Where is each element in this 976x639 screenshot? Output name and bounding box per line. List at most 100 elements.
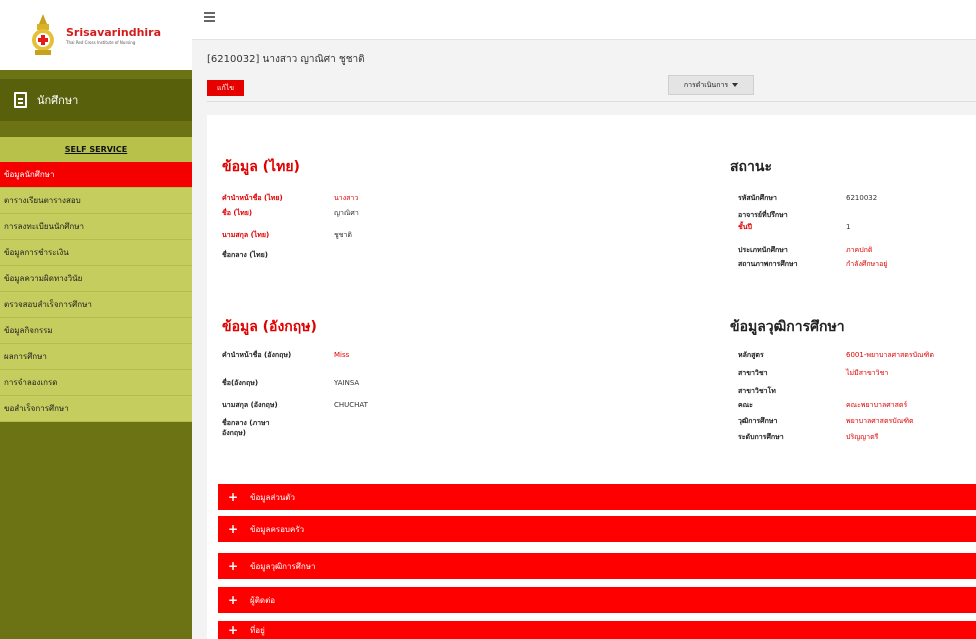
field-value: 6001-พยาบาลศาสตรบัณฑิต xyxy=(846,351,934,359)
thai-prefix-row: คำนำหน้าชื่อ (ไทย) นางสาว xyxy=(222,193,358,203)
field-label: รหัสนักศึกษา xyxy=(738,194,777,202)
field-label: ชื่อกลาง (ไทย) xyxy=(222,251,268,259)
sidebar-item-discipline[interactable]: ข้อมูลความผิดทางวินัย xyxy=(0,266,192,292)
field-value: ไม่มีสาขาวิชา xyxy=(846,369,889,377)
accordion-label: ผู้ติดต่อ xyxy=(250,595,276,605)
topbar xyxy=(192,0,976,40)
accordion-label: ข้อมูลวุฒิการศึกษา xyxy=(250,561,316,571)
education-faculty-row: คณะ คณะพยาบาลศาสตร์ xyxy=(738,400,907,410)
actions-dropdown-label: การดำเนินการ xyxy=(683,80,729,89)
logo-title: Srisavarindhira xyxy=(66,25,162,39)
field-label: ชั้นปี xyxy=(738,223,752,231)
thai-lastname-row: นามสกุล (ไทย) ชูชาติ xyxy=(222,230,352,240)
english-firstname-row: ชื่อ(อังกฤษ) YAINSA xyxy=(222,378,359,388)
field-label: ชื่อกลาง (ภาษาอังกฤษ) xyxy=(222,419,270,437)
document-icon xyxy=(14,92,27,108)
field-value: คณะพยาบาลศาสตร์ xyxy=(846,401,908,409)
thai-info-title: ข้อมูล (ไทย) xyxy=(222,159,300,175)
sidebar-menu: ข้อมูลนักศึกษา ตารางเรียนตารางสอบ การลงท… xyxy=(0,162,192,422)
sidebar-item-registration[interactable]: การลงทะเบียนนักศึกษา xyxy=(0,214,192,240)
status-standing-row: สถานภาพการศึกษา กำลังศึกษาอยู่ xyxy=(738,259,887,269)
field-label: ชื่อ (ไทย) xyxy=(222,209,253,217)
plus-icon: + xyxy=(228,490,239,504)
institution-emblem-icon xyxy=(28,14,58,56)
edit-button[interactable]: แก้ไข xyxy=(207,80,244,96)
field-label: อาจารย์ที่ปรึกษา xyxy=(738,211,788,219)
field-label: ชื่อ(อังกฤษ) xyxy=(222,379,259,387)
sidebar-item-grade-simulation[interactable]: การจำลองเกรด xyxy=(0,370,192,396)
field-value: ปริญญาตรี xyxy=(846,433,879,441)
sidebar-item-graduation-request[interactable]: ขอสำเร็จการศึกษา xyxy=(0,396,192,422)
field-label: ระดับการศึกษา xyxy=(738,433,784,441)
plus-icon: + xyxy=(228,623,239,637)
sidebar: Srisavarindhira Thai Red Cross Institute… xyxy=(0,0,192,639)
field-value: พยาบาลศาสตรบัณฑิต xyxy=(846,417,914,425)
thai-firstname-row: ชื่อ (ไทย) ญาณิศา xyxy=(222,208,359,218)
field-value: ญาณิศา xyxy=(334,209,359,217)
sidebar-item-graduation-check[interactable]: ตรวจสอบสำเร็จการศึกษา xyxy=(0,292,192,318)
field-value: YAINSA xyxy=(334,379,360,387)
status-type-row: ประเภทนักศึกษา ภาคปกติ xyxy=(738,245,872,255)
education-degree-row: วุฒิการศึกษา พยาบาลศาสตรบัณฑิต xyxy=(738,416,914,426)
actions-dropdown[interactable]: การดำเนินการ xyxy=(668,75,754,95)
education-major-row: สาขาวิชา ไม่มีสาขาวิชา xyxy=(738,368,888,378)
accordion-personal[interactable]: + ข้อมูลส่วนตัว xyxy=(218,484,976,510)
page-title: [6210032] นางสาว ญาณิศา ชูชาติ xyxy=(207,54,365,65)
plus-icon: + xyxy=(228,522,239,536)
status-year-row: ชั้นปี 1 xyxy=(738,222,850,232)
header-divider xyxy=(207,101,976,102)
sidebar-item-grades[interactable]: ผลการศึกษา xyxy=(0,344,192,370)
field-label: วุฒิการศึกษา xyxy=(738,417,778,425)
accordion-label: ข้อมูลส่วนตัว xyxy=(250,492,295,502)
field-label: คณะ xyxy=(738,401,753,409)
english-middlename-row: ชื่อกลาง (ภาษาอังกฤษ) xyxy=(222,418,292,438)
accordion-family[interactable]: + ข้อมูลครอบครัว xyxy=(218,516,976,542)
thai-middlename-row: ชื่อกลาง (ไทย) xyxy=(222,250,334,260)
nav-section-label: นักศึกษา xyxy=(37,94,79,107)
english-lastname-row: นามสกุล (อังกฤษ) CHUCHAT xyxy=(222,400,368,410)
field-label: นามสกุล (อังกฤษ) xyxy=(222,401,278,409)
field-value: ชูชาติ xyxy=(334,231,352,239)
field-value: ภาคปกติ xyxy=(846,246,873,254)
accordion-label: ข้อมูลครอบครัว xyxy=(250,524,305,534)
logo[interactable]: Srisavarindhira Thai Red Cross Institute… xyxy=(0,0,192,70)
field-value: CHUCHAT xyxy=(334,401,368,409)
accordion-contacts[interactable]: + ผู้ติดต่อ xyxy=(218,587,976,613)
status-advisor-row: อาจารย์ที่ปรึกษา xyxy=(738,210,846,220)
plus-icon: + xyxy=(228,593,239,607)
field-label: สาขาวิชา xyxy=(738,369,768,377)
sidebar-item-schedule[interactable]: ตารางเรียนตารางสอบ xyxy=(0,188,192,214)
sidebar-item-student-info[interactable]: ข้อมูลนักศึกษา xyxy=(0,162,192,188)
field-label: คำนำหน้าชื่อ (อังกฤษ) xyxy=(222,351,292,359)
field-value: กำลังศึกษาอยู่ xyxy=(846,260,888,268)
status-id-row: รหัสนักศึกษา 6210032 xyxy=(738,193,877,203)
field-label: ประเภทนักศึกษา xyxy=(738,246,788,254)
hamburger-menu-icon[interactable] xyxy=(204,12,215,22)
education-title: ข้อมูลวุฒิการศึกษา xyxy=(730,319,845,335)
sidebar-item-activities[interactable]: ข้อมูลกิจกรรม xyxy=(0,318,192,344)
field-value: 1 xyxy=(846,223,851,231)
logo-subtitle: Thai Red Cross Institute of Nursing xyxy=(66,39,136,45)
nav-section-student[interactable]: นักศึกษา xyxy=(0,79,192,121)
field-value: นางสาว xyxy=(334,194,359,202)
education-minor-row: สาขาวิชาโท xyxy=(738,386,846,396)
field-label: หลักสูตร xyxy=(738,351,764,359)
self-service-heading: SELF SERVICE xyxy=(0,137,192,162)
education-program-row: หลักสูตร 6001-พยาบาลศาสตรบัณฑิต xyxy=(738,350,934,360)
status-title: สถานะ xyxy=(730,159,772,175)
field-label: สาขาวิชาโท xyxy=(738,387,776,395)
accordion-education[interactable]: + ข้อมูลวุฒิการศึกษา xyxy=(218,553,976,579)
field-label: นามสกุล (ไทย) xyxy=(222,231,270,239)
field-value: 6210032 xyxy=(846,194,878,202)
field-value: Miss xyxy=(334,351,350,359)
accordion-label: ที่อยู่ xyxy=(250,625,265,635)
plus-icon: + xyxy=(228,559,239,573)
english-info-title: ข้อมูล (อังกฤษ) xyxy=(222,319,317,335)
field-label: คำนำหน้าชื่อ (ไทย) xyxy=(222,194,283,202)
accordion-address[interactable]: + ที่อยู่ xyxy=(218,621,976,639)
field-label: สถานภาพการศึกษา xyxy=(738,260,798,268)
english-prefix-row: คำนำหน้าชื่อ (อังกฤษ) Miss xyxy=(222,350,349,360)
caret-down-icon xyxy=(732,83,739,87)
sidebar-item-payment[interactable]: ข้อมูลการชำระเงิน xyxy=(0,240,192,266)
education-level-row: ระดับการศึกษา ปริญญาตรี xyxy=(738,432,878,442)
